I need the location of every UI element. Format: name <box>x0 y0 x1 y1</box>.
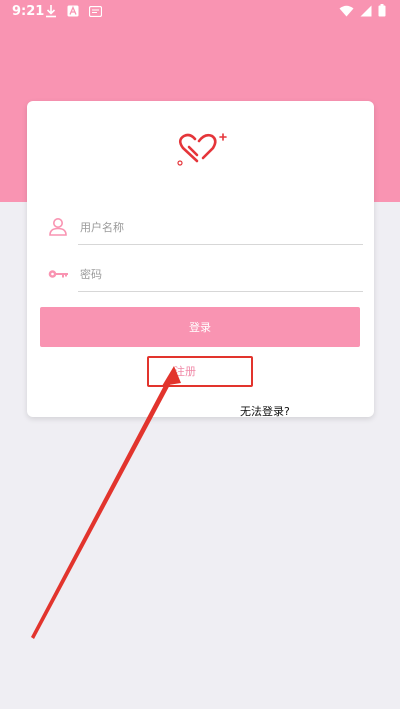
status-time: 9:21 <box>12 4 45 19</box>
key-icon <box>47 263 69 285</box>
heart-logo-icon <box>177 131 229 171</box>
login-card: 登录 注册 无法登录? <box>27 101 374 419</box>
register-highlight-box <box>147 356 253 387</box>
forgot-login-link[interactable]: 无法登录? <box>240 403 290 419</box>
a-badge-icon <box>67 5 79 17</box>
login-button[interactable]: 登录 <box>40 307 360 347</box>
wifi-icon <box>339 5 354 17</box>
user-icon <box>47 216 69 238</box>
signal-icon <box>360 5 372 17</box>
download-icon <box>45 4 57 18</box>
username-row <box>47 214 363 245</box>
password-row <box>47 261 363 292</box>
status-bar: 9:21 <box>0 0 400 24</box>
battery-icon <box>378 4 386 17</box>
password-input[interactable] <box>78 261 363 292</box>
cast-icon <box>89 5 102 17</box>
username-input[interactable] <box>78 214 363 245</box>
